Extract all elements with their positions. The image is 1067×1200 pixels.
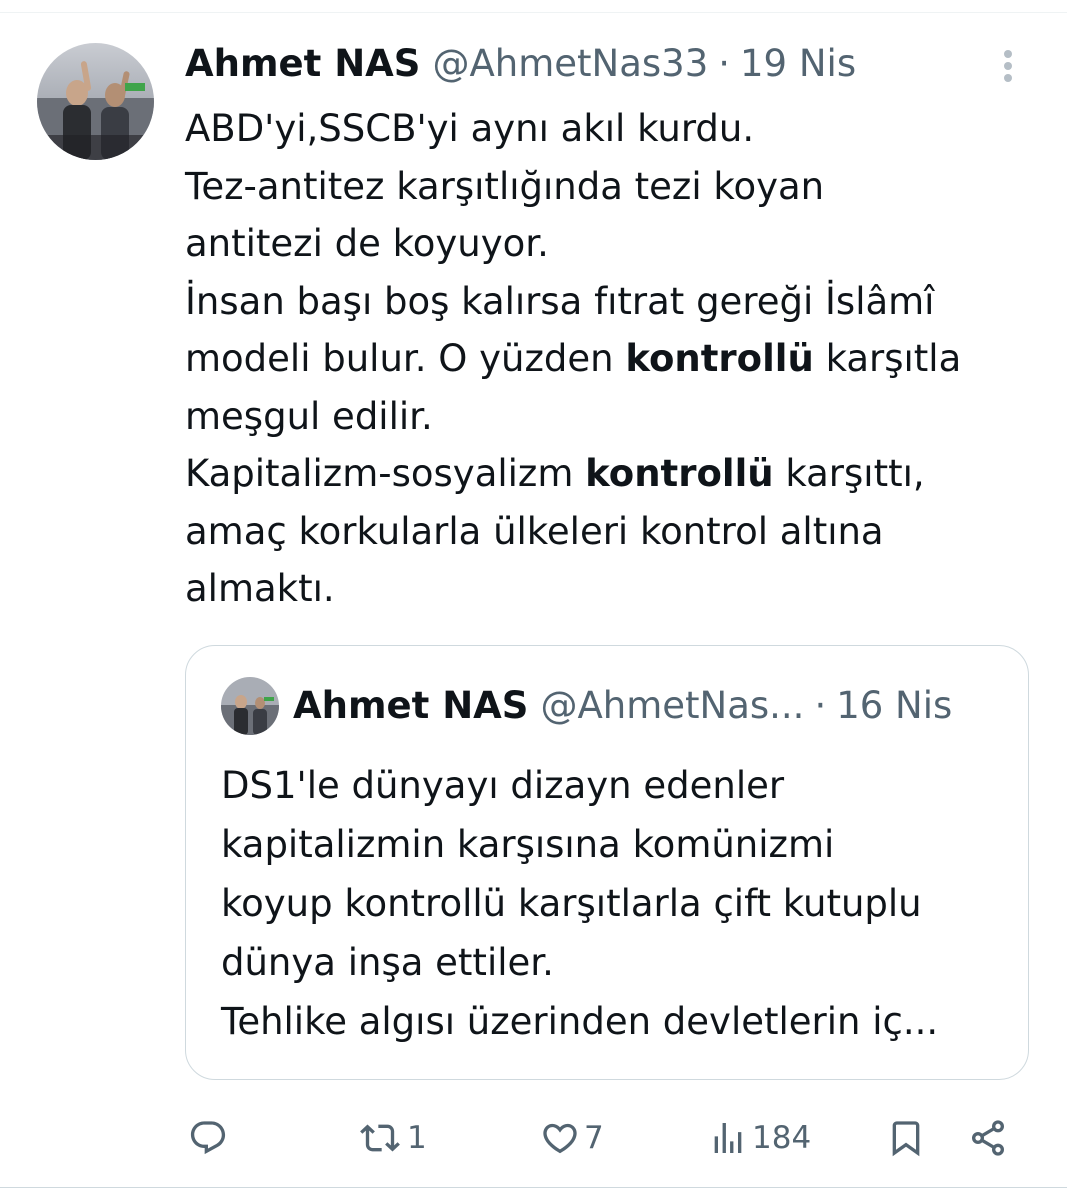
bold-text-segment: kontrollü bbox=[585, 452, 774, 495]
text-segment: amaç korkularla ülkeleri kontrol altına bbox=[185, 509, 884, 553]
avatar-photo bbox=[37, 43, 154, 160]
quoted-avatar-photo bbox=[221, 677, 279, 735]
more-vertical-icon bbox=[1004, 50, 1012, 82]
heart-icon bbox=[543, 1123, 577, 1154]
bold-text-segment: kontrollü bbox=[625, 337, 814, 380]
reply-icon bbox=[190, 1121, 226, 1155]
quoted-text-line: DS1'le dünyayı dizayn edenler bbox=[221, 764, 785, 807]
quoted-author-handle: @AhmetNas... bbox=[540, 684, 805, 727]
text-segment: karşıtla bbox=[813, 337, 962, 380]
text-segment: meşgul edilir. bbox=[185, 394, 433, 438]
quoted-text-line: dünya inşa ettiler. bbox=[221, 941, 554, 984]
quoted-header-separator: · bbox=[814, 684, 827, 727]
tweet-text-line: İnsan başı boş kalırsa fıtrat gereği İsl… bbox=[185, 273, 1035, 331]
bookmark-button[interactable] bbox=[886, 1110, 926, 1166]
tweet-text-line: meşgul edilir. bbox=[185, 388, 1035, 446]
text-segment: Tez-antitez karşıtlığında tezi koyan bbox=[185, 164, 825, 208]
text-segment: İnsan başı boş kalırsa fıtrat gereği İsl… bbox=[185, 279, 935, 323]
quoted-text-line: koyup kontrollü karşıtlarla çift kutuplu bbox=[221, 882, 922, 925]
text-segment: ABD'yi,SSCB'yi aynı akıl kurdu. bbox=[185, 107, 755, 150]
tweet-action-bar: 1 7 184 bbox=[0, 1110, 1067, 1166]
views-icon bbox=[714, 1123, 742, 1153]
quoted-author-name: Ahmet NAS bbox=[293, 684, 529, 727]
views-button[interactable]: 184 bbox=[708, 1110, 811, 1166]
text-segment: modeli bulur. O yüzden bbox=[185, 337, 626, 380]
text-segment: almaktı. bbox=[185, 567, 335, 610]
retweet-count: 1 bbox=[407, 1120, 427, 1156]
tweet-date[interactable]: 19 Nis bbox=[740, 38, 856, 90]
text-segment: antitezi de koyuyor. bbox=[185, 222, 549, 265]
tweet-text-line: modeli bulur. O yüzden kontrollü karşıtl… bbox=[185, 330, 1035, 388]
quoted-tweet-header: Ahmet NAS @AhmetNas... · 16 Nis bbox=[293, 680, 952, 732]
views-count: 184 bbox=[752, 1120, 812, 1156]
top-divider bbox=[0, 12, 1067, 13]
tweet-text-line: almaktı. bbox=[185, 560, 1035, 618]
reply-button[interactable] bbox=[188, 1110, 232, 1166]
author-avatar[interactable] bbox=[37, 43, 154, 160]
text-segment: karşıttı, bbox=[773, 452, 925, 495]
tweet-text-line: Tez-antitez karşıtlığında tezi koyan bbox=[185, 158, 1035, 216]
retweet-button[interactable]: 1 bbox=[357, 1110, 427, 1166]
tweet-text: ABD'yi,SSCB'yi aynı akıl kurdu. Tez-antit… bbox=[185, 100, 1035, 618]
more-button[interactable] bbox=[990, 46, 1026, 86]
tweet-text-line: Kapitalizm-sosyalizm kontrollü karşıttı, bbox=[185, 445, 1035, 503]
author-name[interactable]: Ahmet NAS bbox=[185, 38, 420, 90]
share-button[interactable] bbox=[968, 1110, 1008, 1166]
text-segment: Kapitalizm-sosyalizm bbox=[185, 452, 586, 495]
bookmark-icon bbox=[892, 1121, 920, 1157]
retweet-icon bbox=[360, 1124, 400, 1152]
like-count: 7 bbox=[584, 1120, 604, 1156]
like-button[interactable]: 7 bbox=[540, 1110, 604, 1166]
author-handle[interactable]: @AhmetNas33 bbox=[432, 38, 708, 90]
header-separator: · bbox=[718, 42, 731, 85]
tweet-header: Ahmet NAS @AhmetNas33 · 19 Nis bbox=[185, 38, 856, 90]
quoted-text-line: kapitalizmin karşısına komünizmi bbox=[221, 823, 835, 866]
tweet-text-line: amaç korkularla ülkeleri kontrol altına bbox=[185, 503, 1035, 561]
bottom-divider bbox=[0, 1187, 1067, 1188]
quoted-text-line: Tehlike algısı üzerinden devletlerin iç.… bbox=[221, 1000, 939, 1043]
quoted-tweet-date: 16 Nis bbox=[836, 684, 953, 727]
quoted-author-avatar bbox=[221, 677, 279, 735]
tweet-text-line: antitezi de koyuyor. bbox=[185, 215, 1035, 273]
share-icon bbox=[972, 1120, 1004, 1156]
quoted-tweet-card[interactable]: Ahmet NAS @AhmetNas... · 16 Nis DS1'le d… bbox=[185, 645, 1029, 1080]
tweet-text-line: ABD'yi,SSCB'yi aynı akıl kurdu. bbox=[185, 100, 1035, 158]
quoted-tweet-text: DS1'le dünyayı dizayn edenler kapitalizm… bbox=[221, 756, 1011, 1051]
